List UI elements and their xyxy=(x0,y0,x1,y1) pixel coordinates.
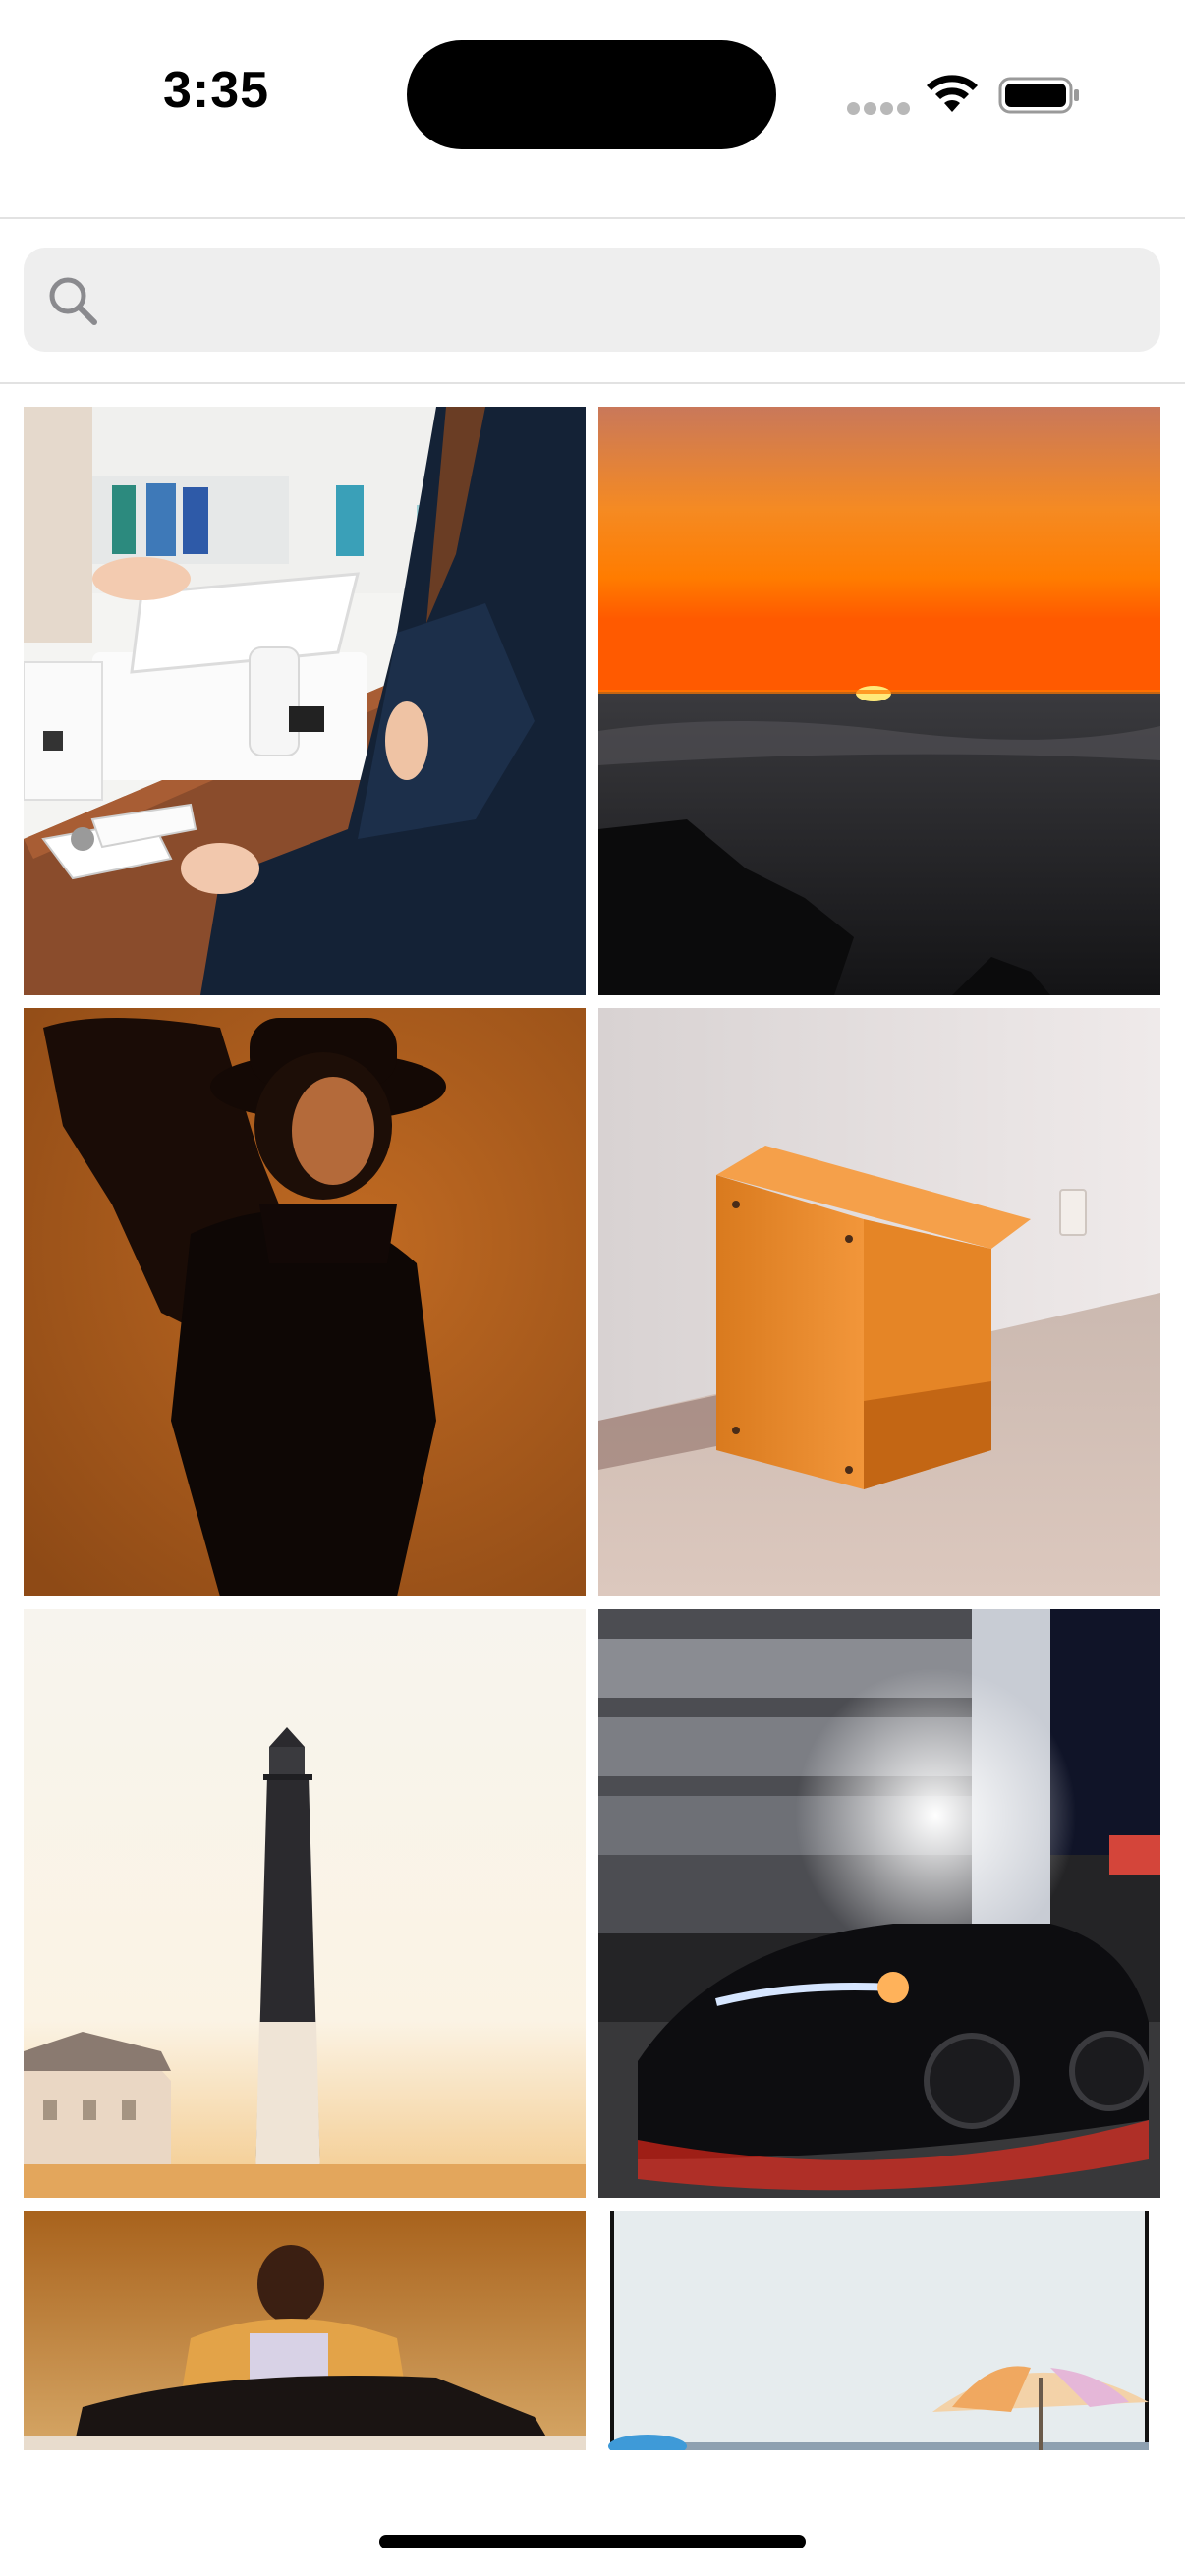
photo-portrait-hat[interactable] xyxy=(24,1008,586,1596)
photo-beach-umbrella[interactable] xyxy=(598,2211,1160,2450)
photo-lighthouse[interactable] xyxy=(24,1609,586,2198)
status-bar: 3:35 xyxy=(0,0,1185,196)
photo-portrait-reclining[interactable] xyxy=(24,2211,586,2450)
dynamic-island xyxy=(407,40,776,149)
home-indicator[interactable] xyxy=(379,2535,806,2548)
header-divider xyxy=(0,217,1185,219)
cellular-signal-icon xyxy=(847,102,910,116)
photo-point-of-sale[interactable] xyxy=(24,407,586,995)
status-time: 3:35 xyxy=(162,62,270,119)
battery-icon xyxy=(998,77,1079,114)
search-divider xyxy=(0,382,1185,384)
photo-sports-car[interactable] xyxy=(598,1609,1160,2198)
photo-sunset[interactable] xyxy=(598,407,1160,995)
search-bar[interactable] xyxy=(24,248,1160,352)
wifi-icon xyxy=(927,75,978,112)
search-icon xyxy=(49,277,97,325)
search-input[interactable] xyxy=(122,267,1138,334)
photo-orange-box[interactable] xyxy=(598,1008,1160,1596)
